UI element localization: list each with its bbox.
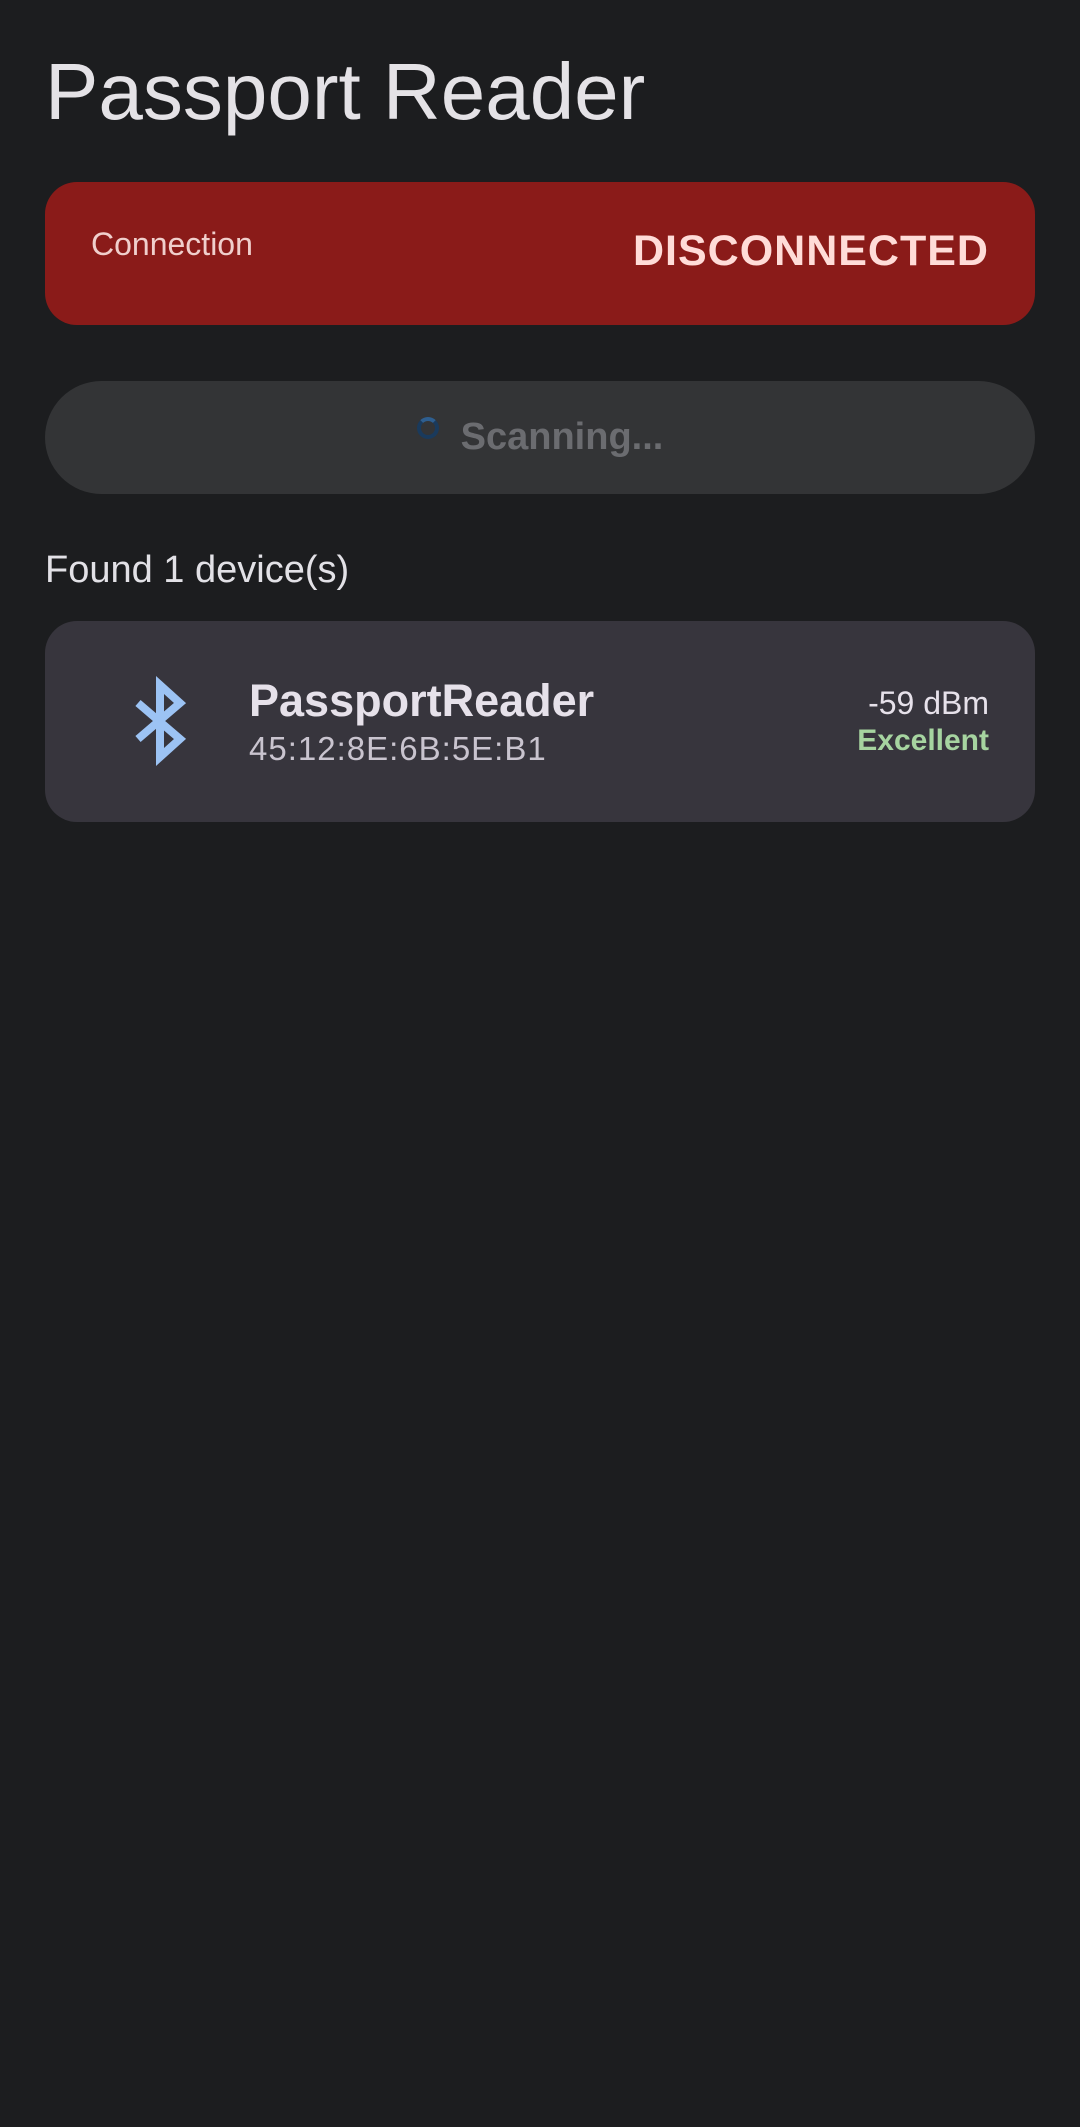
progress-spinner-icon xyxy=(416,416,439,439)
bluetooth-icon xyxy=(135,676,187,766)
device-mac-address: 45:12:8E:6B:5E:B1 xyxy=(249,730,547,767)
signal-quality-label: Excellent xyxy=(857,724,989,757)
device-name: PassportReader xyxy=(249,675,595,726)
connection-label: Connection xyxy=(91,226,253,262)
device-list-item[interactable]: PassportReader 45:12:8E:6B:5E:B1 -59 dBm… xyxy=(45,621,1035,822)
page-title: Passport Reader xyxy=(45,47,646,136)
scan-button-label: Scanning... xyxy=(460,416,664,458)
connection-status-card: Connection DISCONNECTED xyxy=(45,182,1035,325)
found-devices-label: Found 1 device(s) xyxy=(45,549,350,591)
connection-status-value: DISCONNECTED xyxy=(632,227,989,275)
scan-button[interactable]: Scanning... xyxy=(45,381,1035,494)
signal-strength-value: -59 dBm xyxy=(868,685,989,721)
